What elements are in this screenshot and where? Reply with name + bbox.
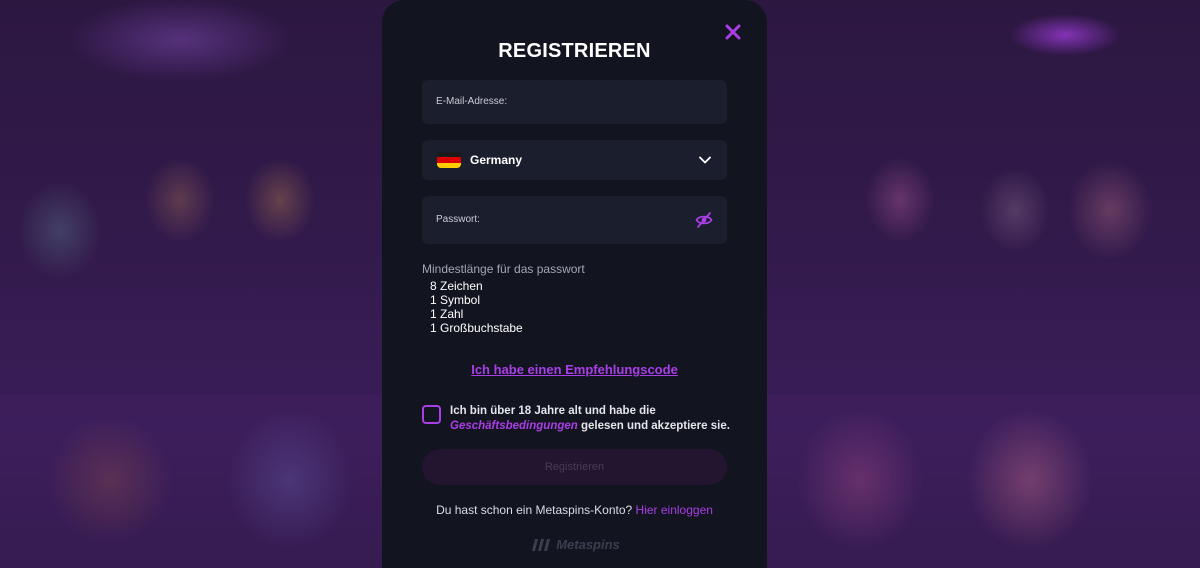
referral-container: Ich habe einen Empfehlungscode xyxy=(382,361,767,379)
germany-flag-icon xyxy=(437,152,461,168)
password-field[interactable]: Passwort: xyxy=(422,196,727,244)
referral-code-link[interactable]: Ich habe einen Empfehlungscode xyxy=(471,362,678,377)
chevron-down-icon xyxy=(698,153,712,167)
requirement-item: 1 Großbuchstabe xyxy=(430,321,523,335)
login-prompt: Du hast schon ein Metaspins-Konto? Hier … xyxy=(382,503,767,517)
close-icon xyxy=(725,24,741,40)
register-button[interactable]: Registrieren xyxy=(422,449,727,485)
metaspins-logo-icon xyxy=(532,538,551,551)
login-link[interactable]: Hier einloggen xyxy=(636,503,713,517)
modal-title: REGISTRIEREN xyxy=(498,40,651,62)
password-field-label: Passwort: xyxy=(436,214,480,225)
eye-off-icon[interactable] xyxy=(695,211,713,229)
brand-name: Metaspins xyxy=(556,537,620,552)
registration-modal: REGISTRIEREN E-Mail-Adresse: Germany Pas… xyxy=(382,0,767,568)
age-terms-checkbox[interactable] xyxy=(422,405,441,424)
terms-text: Ich bin über 18 Jahre alt und habe die G… xyxy=(450,404,740,434)
country-select-value: Germany xyxy=(470,153,523,167)
password-requirements-list: 8 Zeichen 1 Symbol 1 Zahl 1 Großbuchstab… xyxy=(430,279,523,335)
country-select[interactable]: Germany xyxy=(422,140,727,180)
requirement-item: 8 Zeichen xyxy=(430,279,483,293)
terms-suffix: gelesen und akzeptiere sie. xyxy=(577,420,730,432)
login-prompt-text: Du hast schon ein Metaspins-Konto? xyxy=(436,503,633,517)
terms-prefix: Ich bin über 18 Jahre alt und habe die xyxy=(450,405,656,417)
email-field-label: E-Mail-Adresse: xyxy=(436,96,508,107)
terms-link[interactable]: Geschäftsbedingungen xyxy=(450,420,578,432)
requirement-item: 1 Symbol xyxy=(430,293,481,307)
email-field[interactable]: E-Mail-Adresse: xyxy=(422,80,727,124)
brand-logo: Metaspins xyxy=(382,537,767,552)
requirement-item: 1 Zahl xyxy=(430,307,464,321)
password-requirements-title: Mindestlänge für das passwort xyxy=(422,262,585,276)
